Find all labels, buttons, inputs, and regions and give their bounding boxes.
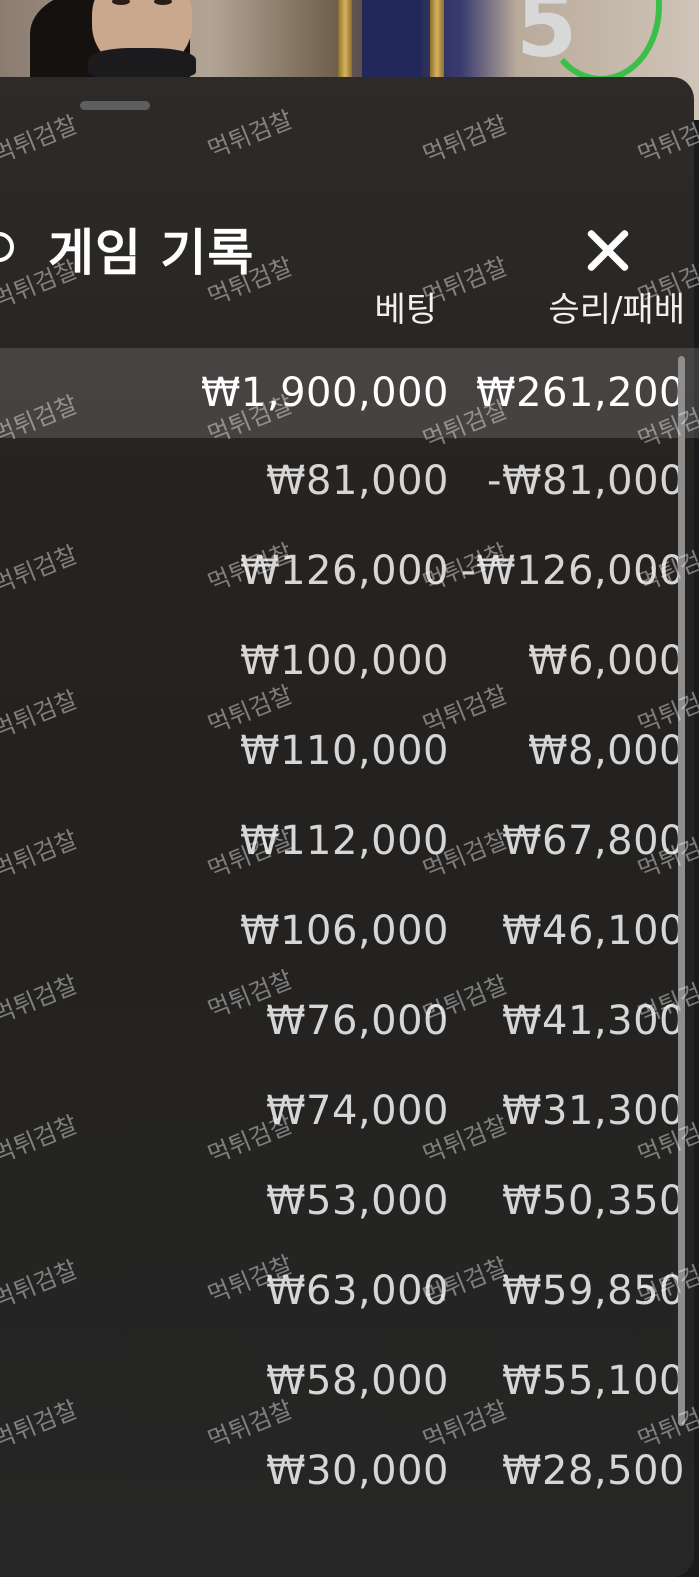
win-loss-amount: ₩59,850 (501, 1268, 685, 1314)
table-row[interactable]: ₩53,000 ₩50,350 (0, 1158, 699, 1248)
bet-amount: ₩126,000 (240, 548, 449, 594)
history-table: ₩1,900,000 ₩261,200 ₩81,000 -₩81,000 ₩12… (0, 348, 699, 1518)
win-loss-amount: ₩41,300 (501, 998, 685, 1044)
win-loss-amount: ₩6,000 (527, 638, 685, 684)
panel-title: 게임 기록 (48, 224, 255, 282)
win-loss-amount: ₩46,100 (501, 908, 685, 954)
table-header: 베팅 승리/패배 (0, 282, 699, 332)
table-row[interactable]: ₩110,000 ₩8,000 (0, 708, 699, 798)
dealer-mask (88, 48, 196, 78)
dealer-eye (154, 0, 172, 5)
table-row[interactable]: ₩74,000 ₩31,300 (0, 1068, 699, 1158)
bet-amount: ₩63,000 (265, 1268, 449, 1314)
win-loss-amount: ₩67,800 (501, 818, 685, 864)
bet-amount: ₩76,000 (265, 998, 449, 1044)
bet-amount: ₩53,000 (265, 1178, 449, 1224)
table-row[interactable]: ₩30,000 ₩28,500 (0, 1428, 699, 1518)
history-icon[interactable] (0, 232, 14, 262)
column-header-win-loss: 승리/패배 (548, 290, 685, 330)
table-row[interactable]: ₩81,000 -₩81,000 (0, 438, 699, 528)
bet-amount: ₩112,000 (240, 818, 449, 864)
bet-amount: ₩30,000 (265, 1448, 449, 1494)
bet-amount: ₩1,900,000 (200, 370, 449, 416)
close-button[interactable] (578, 221, 638, 281)
win-loss-amount: ₩28,500 (501, 1448, 685, 1494)
bet-amount: ₩74,000 (265, 1088, 449, 1134)
column-header-bet: 베팅 (374, 290, 437, 330)
bet-amount: ₩100,000 (240, 638, 449, 684)
table-row[interactable]: ₩76,000 ₩41,300 (0, 978, 699, 1068)
win-loss-amount: -₩126,000 (461, 548, 685, 594)
win-loss-amount: ₩55,100 (501, 1358, 685, 1404)
bet-amount: ₩106,000 (240, 908, 449, 954)
table-row[interactable]: ₩112,000 ₩67,800 (0, 798, 699, 888)
scrollbar[interactable] (678, 356, 685, 1426)
decor-frame (430, 0, 444, 80)
table-row[interactable]: ₩106,000 ₩46,100 (0, 888, 699, 978)
win-loss-amount: ₩31,300 (501, 1088, 685, 1134)
dealer-eye (112, 0, 130, 5)
decor-frame (338, 0, 352, 80)
drag-handle[interactable] (80, 101, 150, 110)
win-loss-amount: -₩81,000 (487, 458, 685, 504)
bet-amount: ₩110,000 (240, 728, 449, 774)
bet-amount: ₩58,000 (265, 1358, 449, 1404)
table-row[interactable]: ₩58,000 ₩55,100 (0, 1338, 699, 1428)
win-loss-amount: ₩50,350 (501, 1178, 685, 1224)
win-loss-amount: ₩261,200 (476, 370, 685, 416)
bet-amount: ₩81,000 (265, 458, 449, 504)
table-row[interactable]: ₩100,000 ₩6,000 (0, 618, 699, 708)
table-row[interactable]: ₩126,000 -₩126,000 (0, 528, 699, 618)
table-row[interactable]: ₩1,900,000 ₩261,200 (0, 348, 699, 438)
win-loss-amount: ₩8,000 (527, 728, 685, 774)
table-row[interactable]: ₩63,000 ₩59,850 (0, 1248, 699, 1338)
countdown-timer: 5 (516, 0, 578, 77)
decor-panel (362, 0, 422, 80)
